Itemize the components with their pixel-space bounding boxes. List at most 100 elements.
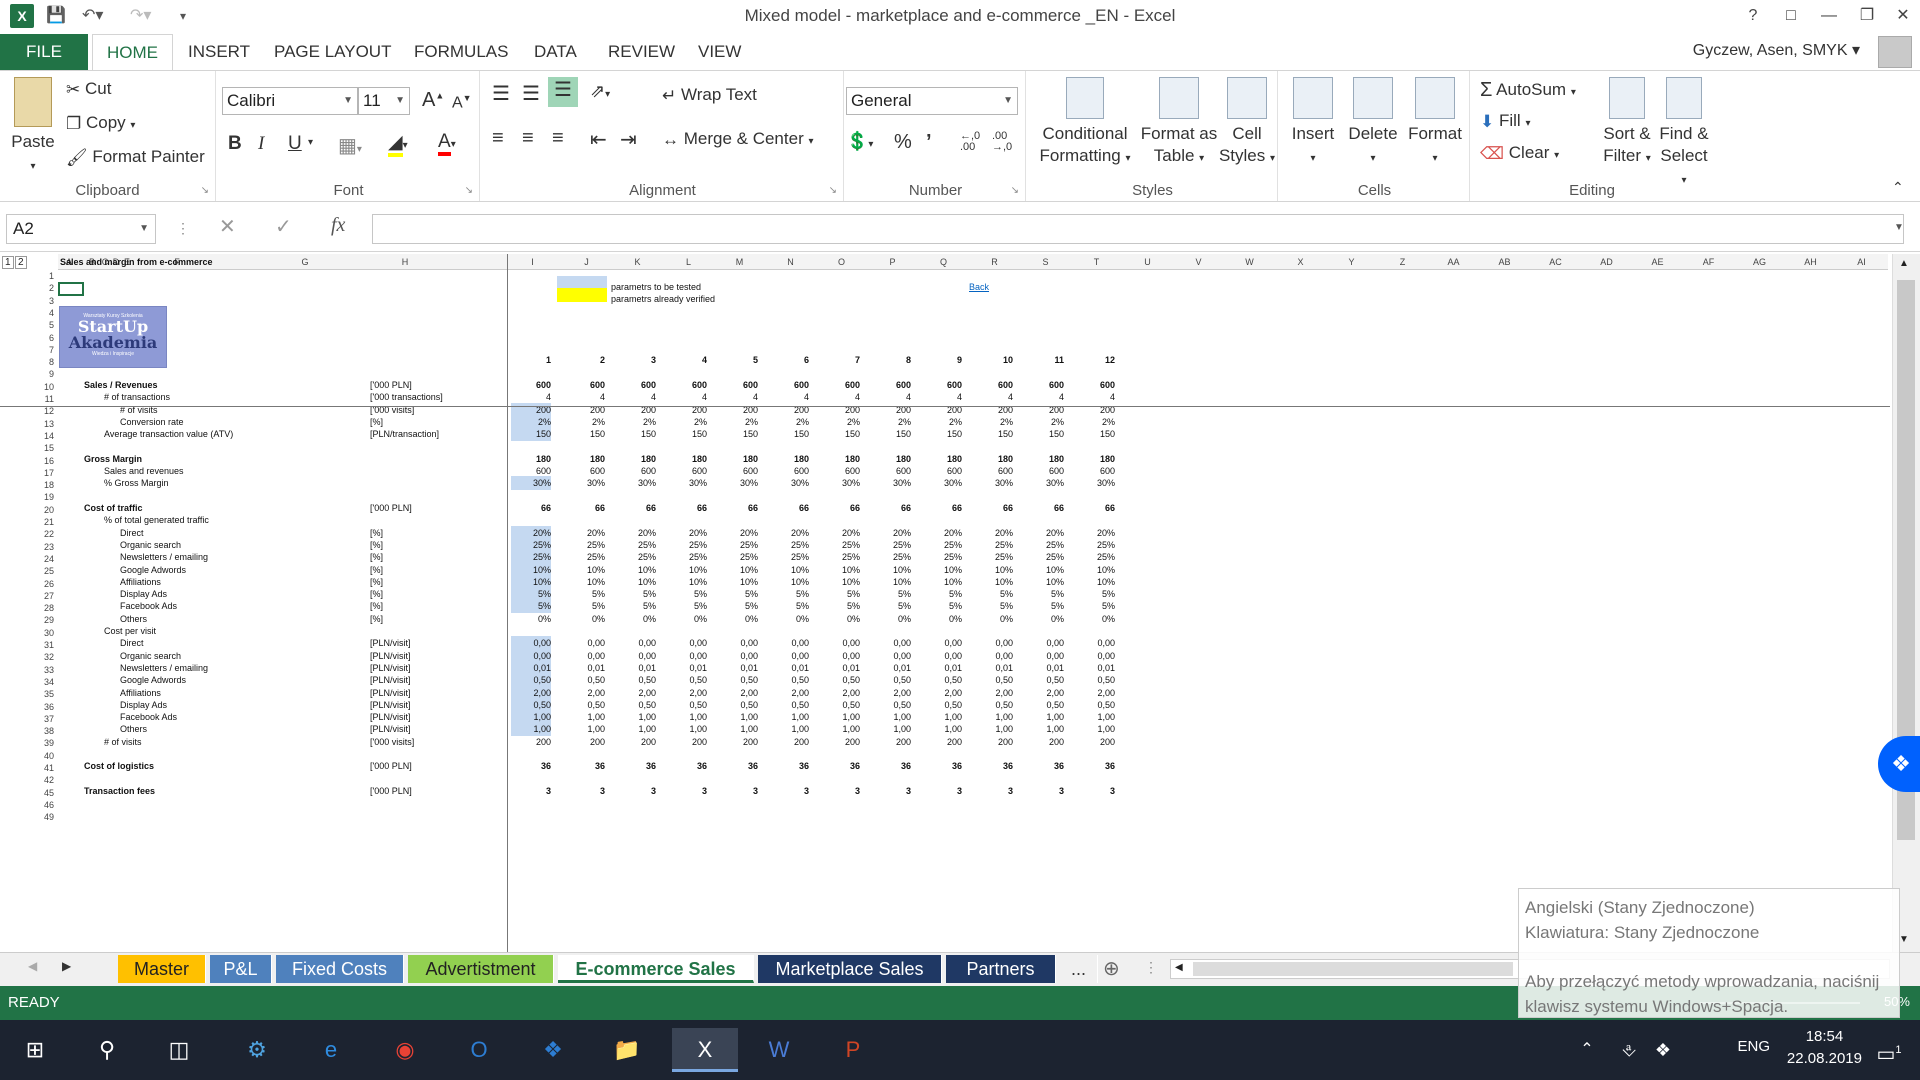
align-center-icon[interactable]: ≡ xyxy=(522,127,534,150)
column-header-x[interactable]: X xyxy=(1275,254,1326,270)
tray-clock[interactable]: 18:54 22.08.2019 xyxy=(1787,1026,1862,1070)
dropbox-icon[interactable]: ❖ xyxy=(1878,736,1920,792)
format-as-table-button[interactable]: Format as Table ▾ xyxy=(1138,77,1220,170)
underline-dropdown-icon[interactable]: ▾ xyxy=(308,137,313,148)
column-header-u[interactable]: U xyxy=(1122,254,1173,270)
cell-r15-m11[interactable]: 150 xyxy=(1024,427,1064,441)
back-link[interactable]: Back xyxy=(969,280,989,294)
cell-r19-m4[interactable]: 30% xyxy=(667,476,707,490)
underline-button[interactable]: U xyxy=(288,133,302,155)
row-header-49[interactable]: 49 xyxy=(30,812,54,822)
vertical-scrollbar[interactable]: ▲ ▼ xyxy=(1892,254,1920,952)
row-header-41[interactable]: 41 xyxy=(30,763,54,773)
row-header-14[interactable]: 14 xyxy=(30,431,54,441)
tab-review[interactable]: REVIEW xyxy=(594,34,689,70)
cell-r30-m8[interactable]: 0% xyxy=(871,612,911,626)
row-header-19[interactable]: 19 xyxy=(30,492,54,502)
number-launcher-icon[interactable]: ↘ xyxy=(1011,185,1019,196)
cell-r40-m8[interactable]: 200 xyxy=(871,735,911,749)
cell-r42-m2[interactable]: 36 xyxy=(565,759,605,773)
cell-r30-m12[interactable]: 0% xyxy=(1075,612,1115,626)
expand-formula-icon[interactable]: ▼ xyxy=(1894,222,1904,233)
orientation-icon[interactable]: ⇗▾ xyxy=(590,81,610,102)
find-select-button[interactable]: Find & Select ▾ xyxy=(1656,77,1712,192)
cell-r46-m12[interactable]: 3 xyxy=(1075,784,1115,798)
row-header-30[interactable]: 30 xyxy=(30,628,54,638)
increase-font-icon[interactable]: A▲ xyxy=(422,89,444,112)
column-header-ab[interactable]: AB xyxy=(1479,254,1530,270)
worksheet-grid[interactable]: 1 2 A B C D E F G H I J K L M N O P Q R S T U V W X Y Z AA AB AC AD AE… xyxy=(0,254,1920,952)
search-icon[interactable]: ⚲ xyxy=(80,1028,134,1072)
sheet-title[interactable]: Sales and margin from e-commerce xyxy=(60,255,213,269)
cut-button[interactable]: ✂ Cut xyxy=(66,79,111,100)
row-header-31[interactable]: 31 xyxy=(30,640,54,650)
column-header-k[interactable]: K xyxy=(612,254,663,270)
month-header-3[interactable]: 3 xyxy=(616,353,656,367)
format-painter-button[interactable]: 🖌 Format Painter xyxy=(66,147,205,168)
enter-icon[interactable]: ✓ xyxy=(275,214,292,239)
column-header-z[interactable]: Z xyxy=(1377,254,1428,270)
collapse-ribbon-icon[interactable]: ⌃ xyxy=(1892,179,1904,196)
row-header-24[interactable]: 24 xyxy=(30,554,54,564)
insert-function-icon[interactable]: fx xyxy=(331,214,345,237)
next-sheet-icon[interactable]: ▶ xyxy=(62,959,71,973)
row-header-46[interactable]: 46 xyxy=(30,800,54,810)
conditional-formatting-button[interactable]: Conditional Formatting ▾ xyxy=(1032,77,1138,170)
row-header-20[interactable]: 20 xyxy=(30,505,54,515)
hscroll-thumb[interactable] xyxy=(1193,962,1513,976)
cell-r42-m12[interactable]: 36 xyxy=(1075,759,1115,773)
cell-r46-m3[interactable]: 3 xyxy=(616,784,656,798)
cell-r21-m11[interactable]: 66 xyxy=(1024,501,1064,515)
column-header-ai[interactable]: AI xyxy=(1836,254,1887,270)
row-header-26[interactable]: 26 xyxy=(30,579,54,589)
cell-r40-m6[interactable]: 200 xyxy=(769,735,809,749)
dropbox-taskbar-icon[interactable]: ❖ xyxy=(526,1028,580,1072)
row-header-22[interactable]: 22 xyxy=(30,529,54,539)
cell-r19-m9[interactable]: 30% xyxy=(922,476,962,490)
month-header-8[interactable]: 8 xyxy=(871,353,911,367)
cell-r19-m6[interactable]: 30% xyxy=(769,476,809,490)
cell-r42-m7[interactable]: 36 xyxy=(820,759,860,773)
row-header-1[interactable]: 1 xyxy=(30,271,54,281)
row-unit-46[interactable]: ['000 PLN] xyxy=(370,784,412,798)
month-header-1[interactable]: 1 xyxy=(511,353,551,367)
row-header-29[interactable]: 29 xyxy=(30,615,54,625)
cell-r42-m4[interactable]: 36 xyxy=(667,759,707,773)
cell-r30-m3[interactable]: 0% xyxy=(616,612,656,626)
tab-formulas[interactable]: FORMULAS xyxy=(400,34,522,70)
tab-file[interactable]: FILE xyxy=(0,34,88,70)
tab-data[interactable]: DATA xyxy=(520,34,591,70)
sheet-tab-0[interactable]: Master xyxy=(118,955,206,983)
cell-r15-m9[interactable]: 150 xyxy=(922,427,962,441)
sheet-tab-2[interactable]: Fixed Costs xyxy=(276,955,404,983)
cell-r30-m9[interactable]: 0% xyxy=(922,612,962,626)
increase-decimal-icon[interactable]: ←,0.00 xyxy=(960,131,980,153)
remote-tool-icon[interactable]: ⚙ xyxy=(230,1028,284,1072)
scroll-down-icon[interactable]: ▼ xyxy=(1899,934,1909,945)
column-header-ae[interactable]: AE xyxy=(1632,254,1683,270)
sheet-tab-5[interactable]: Marketplace Sales xyxy=(758,955,942,983)
tab-insert[interactable]: INSERT xyxy=(174,34,264,70)
number-format-dropdown[interactable]: General ▼ xyxy=(846,87,1018,115)
cell-r30-m1[interactable]: 0% xyxy=(511,612,551,626)
row-label-42[interactable]: Cost of logistics xyxy=(84,759,154,773)
autosum-button[interactable]: Σ AutoSum ▾ xyxy=(1480,79,1576,102)
cell-r46-m7[interactable]: 3 xyxy=(820,784,860,798)
align-bottom-icon[interactable]: ☰ xyxy=(548,77,578,107)
row-header-6[interactable]: 6 xyxy=(30,333,54,343)
cell-r21-m5[interactable]: 66 xyxy=(718,501,758,515)
row-label-19[interactable]: % Gross Margin xyxy=(104,476,169,490)
cell-r40-m4[interactable]: 200 xyxy=(667,735,707,749)
sheet-tab-4[interactable]: E-commerce Sales xyxy=(558,955,754,983)
cell-r21-m9[interactable]: 66 xyxy=(922,501,962,515)
edge-icon[interactable]: e xyxy=(304,1028,358,1072)
row-unit-40[interactable]: ['000 visits] xyxy=(370,735,414,749)
row-header-21[interactable]: 21 xyxy=(30,517,54,527)
tab-view[interactable]: VIEW xyxy=(684,34,755,70)
cell-r15-m10[interactable]: 150 xyxy=(973,427,1013,441)
legend-verified-swatch[interactable] xyxy=(557,287,607,302)
cell-r42-m10[interactable]: 36 xyxy=(973,759,1013,773)
cell-r19-m10[interactable]: 30% xyxy=(973,476,1013,490)
formula-input[interactable] xyxy=(372,214,1904,244)
align-left-icon[interactable]: ≡ xyxy=(492,127,504,150)
